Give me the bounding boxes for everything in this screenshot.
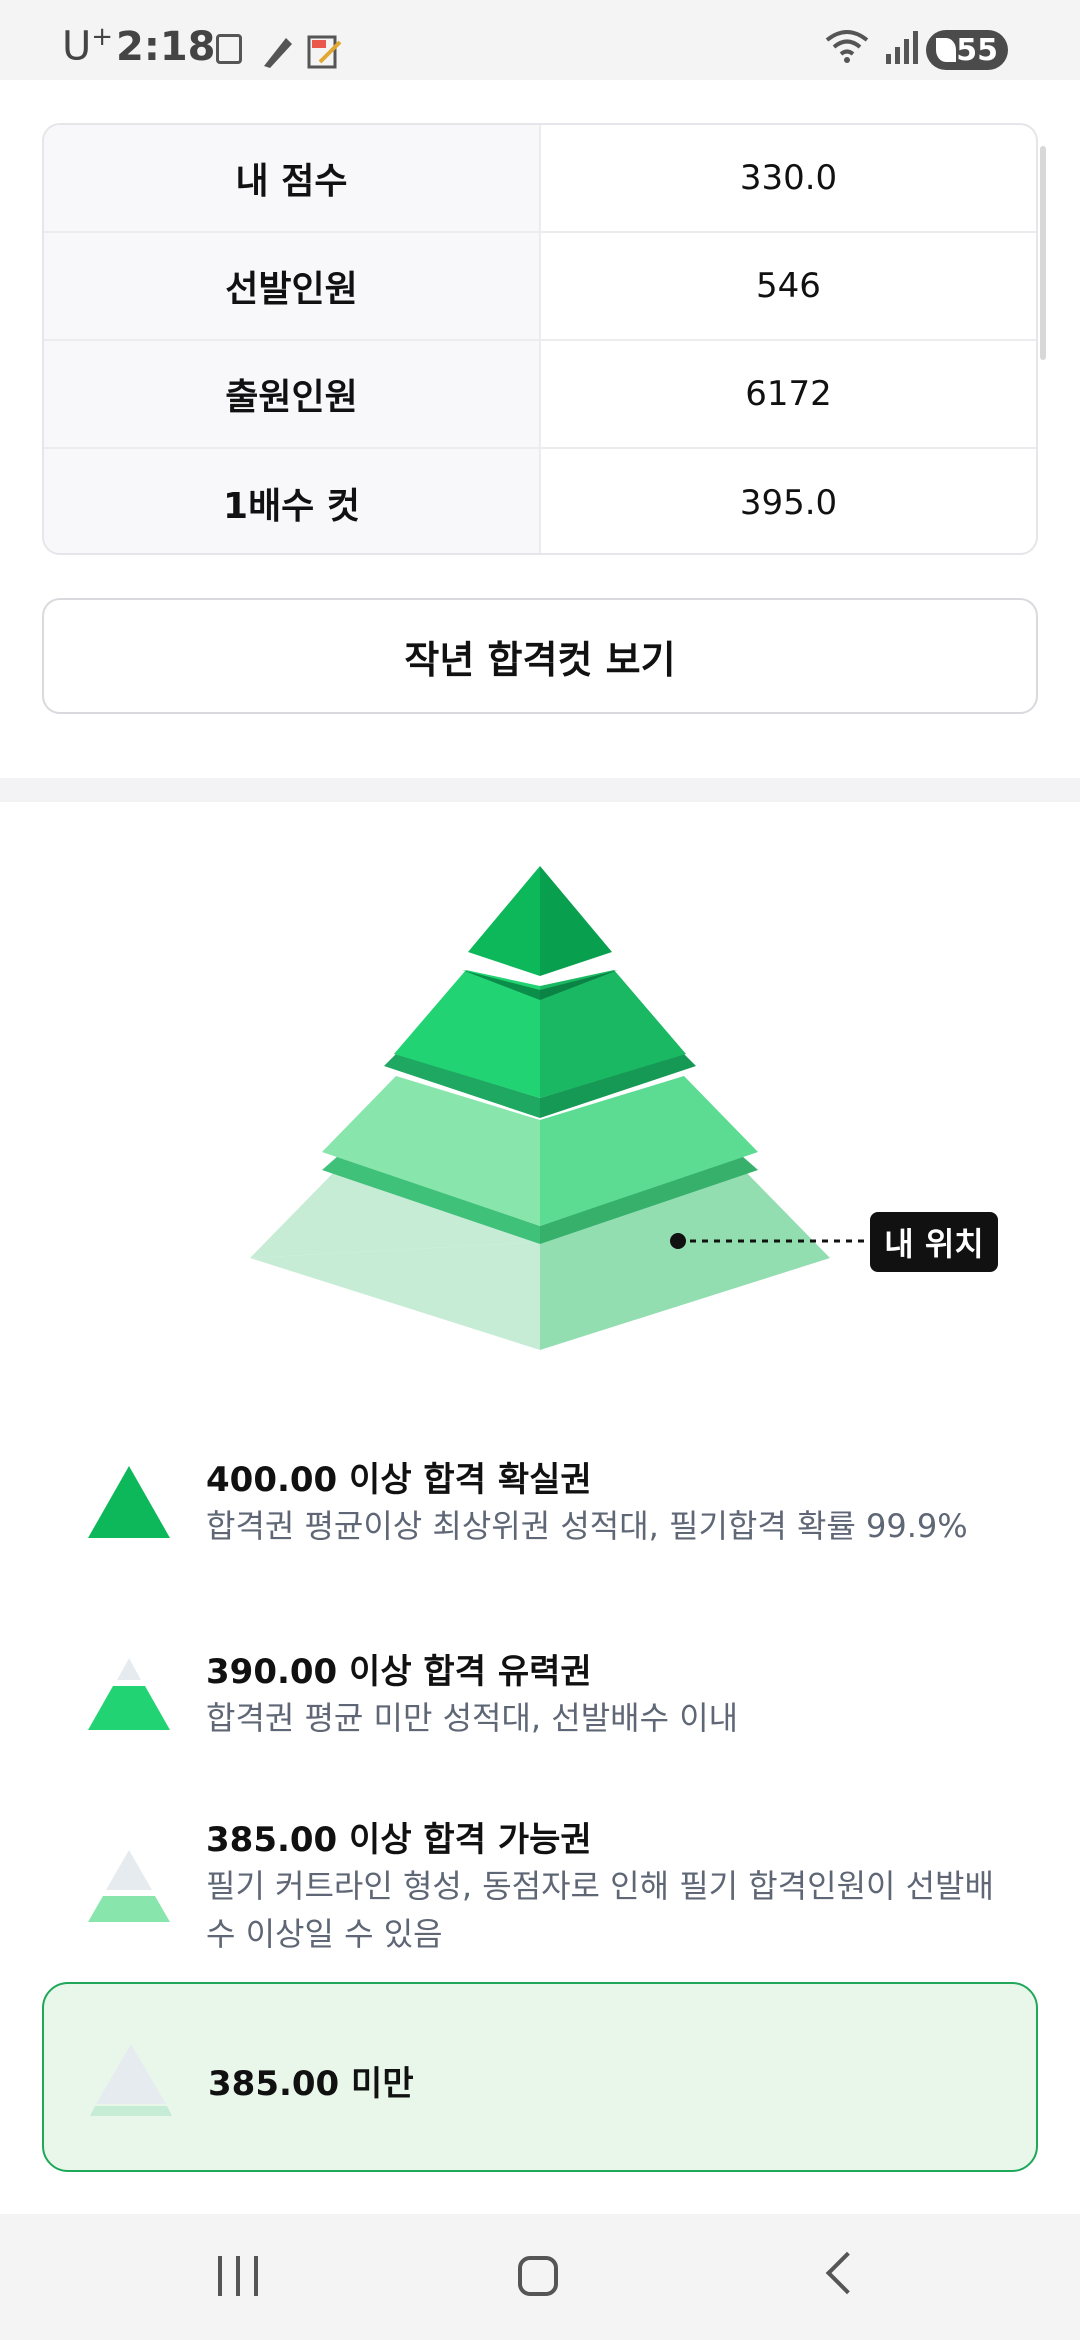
tier-2-icon: [88, 1658, 170, 1730]
sim-icon: [216, 34, 242, 64]
back-icon[interactable]: [825, 2251, 869, 2295]
row-value: 546: [756, 266, 821, 306]
tier-3-icon: [88, 1850, 170, 1922]
memo-icon: [307, 35, 342, 69]
legend-title: 385.00 이상 합격 가능권: [206, 1820, 592, 1860]
section-divider: [0, 778, 1080, 802]
legend-item-below: 385.00 미만: [42, 1982, 1038, 2172]
system-nav-bar: [0, 2214, 1080, 2340]
legend-title: 385.00 미만: [208, 2064, 414, 2104]
table-row: 내 점수 330.0: [44, 125, 1036, 233]
score-summary-table: 내 점수 330.0 선발인원 546 출원인원 6172 1배수 컷 395.…: [42, 123, 1038, 555]
legend-description: 합격권 평균이상 최상위권 성적대, 필기합격 확률 99.9%: [206, 1507, 968, 1545]
legend-description: 합격권 평균 미만 성적대, 선발배수 이내: [206, 1699, 739, 1737]
signal-icon: [886, 31, 918, 64]
row-label: 출원인원: [44, 341, 541, 447]
table-row: 선발인원 546: [44, 233, 1036, 341]
rank-pyramid: [250, 866, 870, 1350]
pyramid-tier-1: [468, 866, 612, 976]
battery-icon: 55: [926, 30, 1008, 70]
row-label: 1배수 컷: [44, 449, 541, 553]
row-value: 395.0: [739, 483, 838, 523]
carrier-label: U+: [62, 22, 114, 70]
wifi-icon: [825, 30, 869, 63]
recent-apps-icon[interactable]: [218, 2256, 258, 2296]
legend-description: 필기 커트라인 형성, 동점자로 인해 필기 합격인원이 선발배수 이상일 수 …: [206, 1867, 994, 1953]
row-value: 330.0: [739, 158, 838, 198]
tier-1-icon: [88, 1466, 170, 1538]
legend-title: 390.00 이상 합격 유력권: [206, 1652, 592, 1692]
status-bar: U+ 2:18 55: [0, 0, 1080, 80]
pen-icon: [264, 38, 292, 68]
tier-4-icon: [90, 2044, 172, 2116]
last-year-cutoff-button[interactable]: 작년 합격컷 보기: [42, 598, 1038, 714]
table-row: 1배수 컷 395.0: [44, 449, 1036, 553]
row-label: 선발인원: [44, 233, 541, 339]
home-icon[interactable]: [518, 2256, 558, 2296]
my-position-label: 내 위치: [870, 1212, 998, 1272]
row-value: 6172: [745, 374, 832, 414]
table-row: 출원인원 6172: [44, 341, 1036, 449]
row-label: 내 점수: [44, 125, 541, 231]
status-time: 2:18: [116, 24, 216, 70]
legend-title: 400.00 이상 합격 확실권: [206, 1460, 592, 1500]
scrollbar[interactable]: [1040, 146, 1046, 360]
